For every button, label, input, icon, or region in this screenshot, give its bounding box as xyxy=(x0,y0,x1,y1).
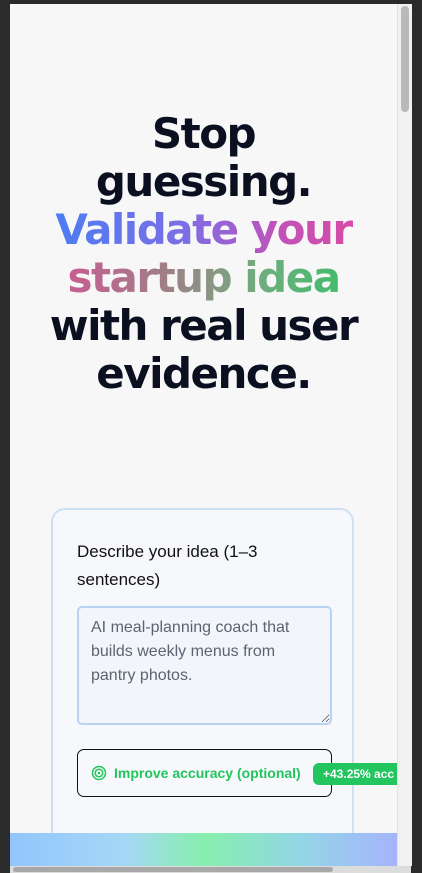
horizontal-scrollbar[interactable] xyxy=(10,866,411,873)
hero-line-1: Stop xyxy=(151,109,257,158)
hero-line-3-gradient: Validate your xyxy=(10,206,397,254)
hero-headline: Stop guessing. Validate your startup ide… xyxy=(10,110,397,398)
idea-label: Describe your idea (1–3 sentences) xyxy=(77,542,258,589)
improve-accuracy-label: Improve accuracy (optional) xyxy=(114,765,301,781)
idea-textarea[interactable] xyxy=(77,606,332,725)
hero-line-4-gradient: startup idea xyxy=(10,254,397,302)
accuracy-badge: +43.25% acc xyxy=(313,763,397,785)
vertical-scrollbar-thumb[interactable] xyxy=(401,6,409,112)
improve-accuracy-button[interactable]: Improve accuracy (optional) xyxy=(77,749,332,797)
target-icon xyxy=(91,765,107,781)
vertical-scrollbar[interactable] xyxy=(397,4,412,866)
idea-form-card: Describe your idea (1–3 sentences) Impro… xyxy=(51,508,397,866)
gradient-footer-band xyxy=(10,833,397,866)
browser-viewport: Stop guessing. Validate your startup ide… xyxy=(10,4,397,866)
hero-line-6: evidence. xyxy=(96,349,312,398)
horizontal-scrollbar-thumb[interactable] xyxy=(13,867,333,872)
hero-line-2: guessing. xyxy=(95,157,313,206)
hero-line-5: with real user xyxy=(49,301,359,350)
